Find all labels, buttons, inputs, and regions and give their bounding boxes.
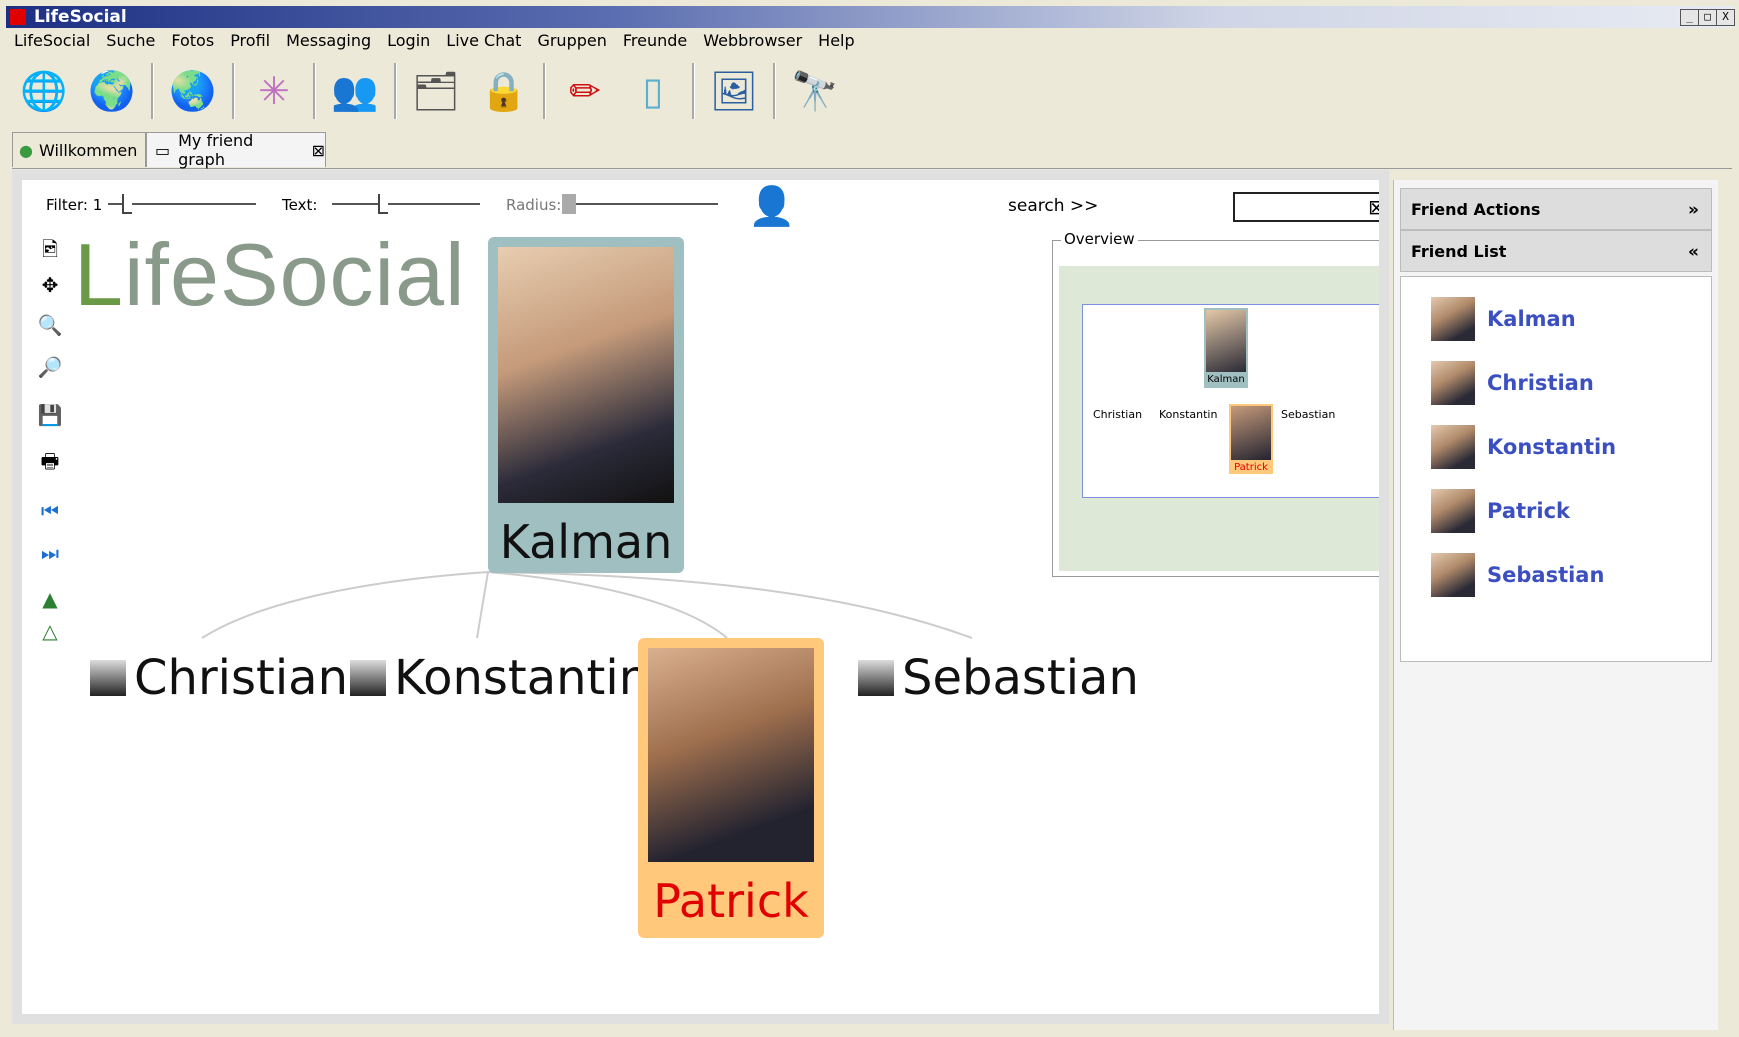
menu-lifesocial[interactable]: LifeSocial — [6, 28, 98, 54]
add-friend-icon[interactable]: 👥 — [321, 57, 389, 125]
toolbar-separator — [313, 63, 316, 119]
app-window: LifeSocial _ □ X LifeSocial Suche Fotos … — [0, 0, 1739, 1037]
friend-list-header[interactable]: Friend List « — [1400, 230, 1712, 272]
close-window-button[interactable]: X — [1716, 9, 1735, 26]
friend-actions-title: Friend Actions — [1411, 200, 1541, 219]
globe-tab-icon: ● — [19, 140, 33, 160]
menu-profil[interactable]: Profil — [222, 28, 278, 54]
patrick-thumbnail — [1431, 489, 1475, 533]
node-sebastian-label: Sebastian — [902, 650, 1139, 706]
friend-name-sebastian: Sebastian — [1487, 563, 1605, 587]
friend-list: Kalman Christian Konstantin Patrick Seba… — [1400, 276, 1712, 662]
pen-icon[interactable]: ✏ — [551, 57, 619, 125]
menu-freunde[interactable]: Freunde — [615, 28, 695, 54]
maximize-button[interactable]: □ — [1698, 9, 1717, 26]
friend-name-christian: Christian — [1487, 371, 1594, 395]
node-kalman[interactable]: Kalman — [488, 237, 684, 573]
sebastian-thumbnail — [1431, 553, 1475, 597]
right-panel: Friend Actions » Friend List « Kalman Ch… — [1393, 180, 1718, 1030]
document-icon[interactable]: ▯ — [619, 57, 687, 125]
overview-node-christian: Christian — [1093, 408, 1143, 421]
friend-list-item-christian[interactable]: Christian — [1431, 359, 1594, 407]
node-christian-label: Christian — [134, 650, 349, 706]
toolbar-separator — [232, 63, 235, 119]
app-logo-icon — [10, 9, 26, 25]
friend-network-icon[interactable]: ✳ — [240, 57, 308, 125]
menu-webbrowser[interactable]: Webbrowser — [695, 28, 810, 54]
edge-kalman-konstantin — [476, 571, 489, 639]
chevron-double-up-icon[interactable]: « — [1688, 231, 1699, 273]
toolbar-separator — [543, 63, 546, 119]
chevron-double-down-icon[interactable]: » — [1688, 189, 1699, 231]
graph-canvas: Filter: 1 Text: Radius: 👤 search >> ⊠ � — [22, 180, 1379, 1014]
tab-my-friend-graph-label: My friend graph — [178, 131, 254, 169]
title-bar: LifeSocial _ □ X — [6, 6, 1735, 28]
sebastian-avatar-icon — [858, 660, 894, 696]
lock-icon[interactable]: 🔒 — [470, 57, 538, 125]
tab-my-friend-graph[interactable]: ▭ My friend graph ⊠ — [146, 131, 326, 169]
konstantin-avatar-icon — [350, 660, 386, 696]
friend-list-item-patrick[interactable]: Patrick — [1431, 487, 1570, 535]
friend-actions-header[interactable]: Friend Actions » — [1400, 188, 1712, 230]
menu-bar: LifeSocial Suche Fotos Profil Messaging … — [6, 28, 863, 54]
close-tab-icon[interactable]: ⊠ — [312, 141, 325, 160]
edge-kalman-christian — [201, 571, 489, 639]
node-konstantin-label: Konstantin — [394, 650, 650, 706]
friend-list-item-konstantin[interactable]: Konstantin — [1431, 423, 1616, 471]
overview-patrick-label: Patrick — [1234, 462, 1268, 473]
menu-suche[interactable]: Suche — [98, 28, 163, 54]
menu-gruppen[interactable]: Gruppen — [529, 28, 614, 54]
konstantin-thumbnail — [1431, 425, 1475, 469]
overview-node-kalman: Kalman — [1204, 308, 1248, 388]
minimize-button[interactable]: _ — [1680, 9, 1699, 26]
overview-canvas[interactable]: Kalman Christian Konstantin Sebastian Pa… — [1059, 266, 1379, 571]
overview-node-patrick: Patrick — [1229, 404, 1273, 474]
toolbar-separator — [394, 63, 397, 119]
menu-help[interactable]: Help — [810, 28, 862, 54]
web-browser-icon[interactable]: 🌏 — [159, 57, 227, 125]
edit-icon[interactable]: 🗂 — [402, 57, 470, 125]
node-sebastian[interactable]: Sebastian — [858, 650, 1139, 706]
toolbar-separator — [151, 63, 154, 119]
node-patrick[interactable]: Patrick — [638, 638, 824, 938]
toolbar-separator — [773, 63, 776, 119]
tab-willkommen[interactable]: ● Willkommen — [12, 132, 146, 167]
overview-kalman-label: Kalman — [1207, 374, 1245, 385]
tab-strip: ● Willkommen ▭ My friend graph ⊠ — [12, 130, 1732, 169]
menu-login[interactable]: Login — [379, 28, 438, 54]
document-tab-icon: ▭ — [155, 140, 171, 160]
overview-label: Overview — [1061, 230, 1138, 248]
christian-avatar-icon — [90, 660, 126, 696]
overview-panel: Overview Kalman Christian Konstantin Seb… — [1052, 230, 1379, 577]
globe-icon[interactable]: 🌍 — [78, 57, 146, 125]
menu-messaging[interactable]: Messaging — [278, 28, 379, 54]
christian-thumbnail — [1431, 361, 1475, 405]
friend-graph-panel: Filter: 1 Text: Radius: 👤 search >> ⊠ � — [12, 170, 1389, 1024]
patrick-photo — [648, 648, 814, 862]
toolbar-separator — [692, 63, 695, 119]
menu-live-chat[interactable]: Live Chat — [438, 28, 529, 54]
node-christian[interactable]: Christian — [90, 650, 348, 706]
node-patrick-label: Patrick — [653, 874, 809, 928]
node-kalman-label: Kalman — [499, 515, 673, 569]
window-title: LifeSocial — [34, 7, 127, 27]
overview-node-konstantin: Konstantin — [1159, 408, 1218, 421]
friend-list-item-kalman[interactable]: Kalman — [1431, 295, 1576, 343]
edge-kalman-sebastian — [487, 571, 973, 639]
binoculars-icon[interactable]: 🔭 — [781, 57, 849, 125]
kalman-thumbnail — [1431, 297, 1475, 341]
kalman-photo — [498, 247, 674, 503]
friend-name-konstantin: Konstantin — [1487, 435, 1617, 459]
node-konstantin[interactable]: Konstantin — [350, 650, 649, 706]
tab-willkommen-label: Willkommen — [38, 140, 138, 160]
menu-fotos[interactable]: Fotos — [163, 28, 222, 54]
friend-name-patrick: Patrick — [1487, 499, 1571, 523]
friend-list-item-sebastian[interactable]: Sebastian — [1431, 551, 1604, 599]
photo-icon[interactable]: 🖼 — [700, 57, 768, 125]
friend-list-title: Friend List — [1411, 242, 1507, 261]
overview-node-sebastian: Sebastian — [1281, 408, 1336, 421]
friend-name-kalman: Kalman — [1487, 307, 1576, 331]
toolbar: 🌐 🌍 🌏 ✳ 👥 🗂 🔒 ✏ ▯ 🖼 🔭 — [10, 56, 849, 126]
network-globe-icon[interactable]: 🌐 — [10, 57, 78, 125]
